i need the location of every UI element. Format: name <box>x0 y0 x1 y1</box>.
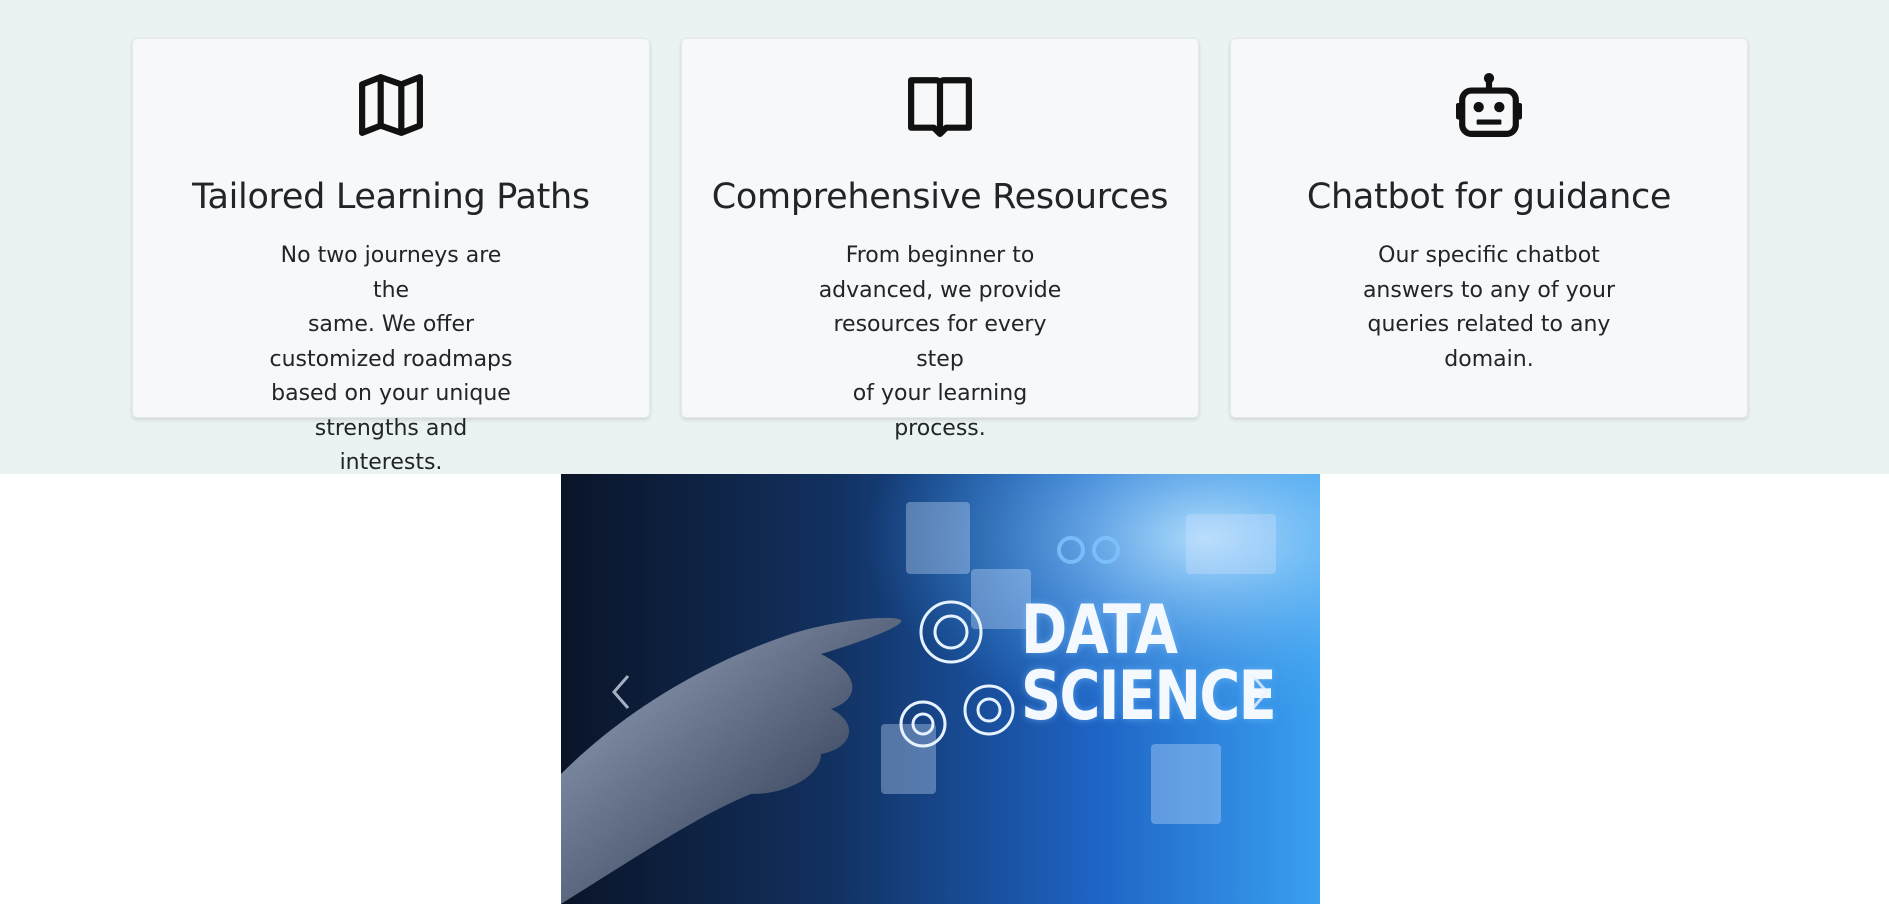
feature-card-chatbot: Chatbot for guidance Our specific chatbo… <box>1230 38 1748 418</box>
feature-title: Tailored Learning Paths <box>192 177 590 217</box>
robot-icon <box>1231 72 1747 138</box>
slide-caption: DATA SCIENCE <box>1021 591 1277 736</box>
feature-title: Comprehensive Resources <box>711 177 1169 217</box>
feature-title: Chatbot for guidance <box>1306 177 1672 217</box>
feature-card-resources: Comprehensive Resources From beginner to… <box>681 38 1199 441</box>
carousel-next-button[interactable] <box>1240 674 1280 714</box>
feature-description: From beginner to advanced, we provide re… <box>818 243 1062 441</box>
map-icon <box>133 72 649 138</box>
feature-description: Our specific chatbot answers to any of y… <box>1362 243 1616 372</box>
carousel-prev-button[interactable] <box>601 674 641 714</box>
book-icon <box>682 72 1198 138</box>
image-carousel[interactable]: DATA SCIENCE <box>561 474 1320 904</box>
feature-card-learning-paths: Tailored Learning Paths No two journeys … <box>132 38 650 475</box>
chevron-left-icon <box>610 674 632 714</box>
chevron-right-icon <box>1249 674 1271 714</box>
feature-description: No two journeys are the same. We offer c… <box>269 243 513 475</box>
features-section: Tailored Learning Paths No two journeys … <box>0 0 1889 475</box>
